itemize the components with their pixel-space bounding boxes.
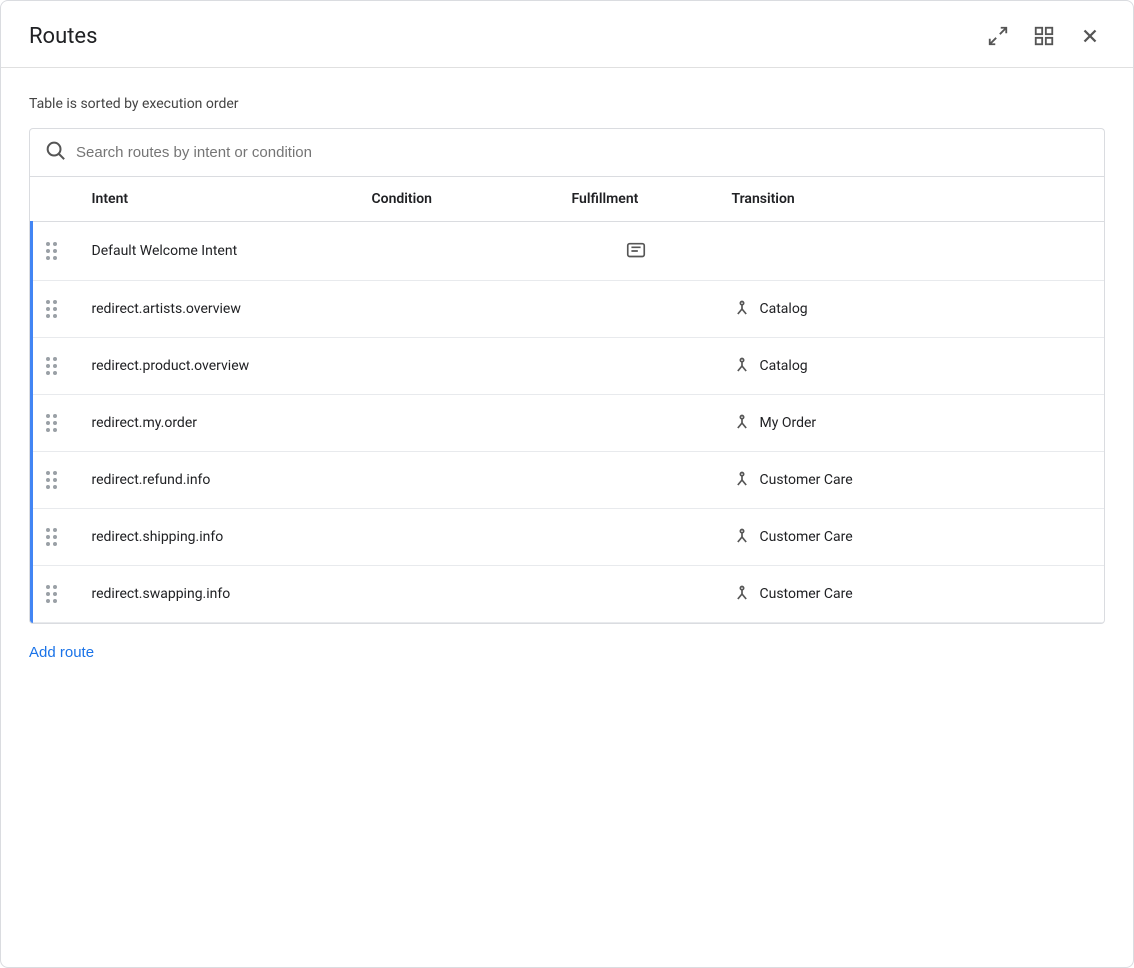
fulfillment-cell: [556, 509, 716, 566]
transition-cell: [716, 222, 1105, 281]
condition-cell: [356, 395, 556, 452]
drag-handle[interactable]: [43, 528, 60, 546]
table-row[interactable]: redirect.artists.overview Catalog: [32, 281, 1105, 338]
drag-cell: [32, 338, 76, 395]
message-icon: [572, 240, 700, 262]
page-transition-icon: [732, 470, 752, 490]
intent-cell: Default Welcome Intent: [76, 222, 356, 281]
fulfillment-cell: [556, 281, 716, 338]
table-row[interactable]: Default Welcome Intent: [32, 222, 1105, 281]
drag-cell: [32, 395, 76, 452]
drag-handle[interactable]: [43, 300, 60, 318]
transition-label: Customer Care: [760, 586, 853, 602]
drag-handle[interactable]: [43, 585, 60, 603]
condition-cell: [356, 509, 556, 566]
search-bar: [29, 128, 1105, 176]
add-route-button[interactable]: Add route: [29, 624, 1105, 685]
drag-cell: [32, 452, 76, 509]
search-icon: [44, 139, 66, 166]
col-drag: [32, 177, 76, 222]
fulfillment-cell: [556, 222, 716, 281]
transition-cell: Catalog: [716, 338, 1105, 395]
dialog-header: Routes: [1, 1, 1133, 68]
dialog-body: Table is sorted by execution order Inten…: [1, 68, 1133, 967]
routes-dialog: Routes: [0, 0, 1134, 968]
drag-handle[interactable]: [43, 357, 60, 375]
condition-cell: [356, 566, 556, 623]
drag-cell: [32, 509, 76, 566]
routes-table: Intent Condition Fulfillment Transition …: [30, 177, 1104, 623]
table-header-row: Intent Condition Fulfillment Transition: [32, 177, 1105, 222]
drag-cell: [32, 281, 76, 338]
page-transition-icon: [732, 584, 752, 604]
sort-label: Table is sorted by execution order: [29, 96, 1105, 112]
table-row[interactable]: redirect.product.overview Catalog: [32, 338, 1105, 395]
intent-cell: redirect.my.order: [76, 395, 356, 452]
fulfillment-cell: [556, 395, 716, 452]
close-button[interactable]: [1075, 21, 1105, 51]
transition-cell: Customer Care: [716, 509, 1105, 566]
drag-handle[interactable]: [43, 471, 60, 489]
col-fulfillment-header: Fulfillment: [556, 177, 716, 222]
fulfillment-cell: [556, 452, 716, 509]
intent-cell: redirect.refund.info: [76, 452, 356, 509]
fulfillment-cell: [556, 338, 716, 395]
table-row[interactable]: redirect.refund.info Customer Care: [32, 452, 1105, 509]
transition-label: My Order: [760, 415, 817, 431]
condition-cell: [356, 281, 556, 338]
transition-label: Catalog: [760, 358, 808, 374]
intent-cell: redirect.shipping.info: [76, 509, 356, 566]
col-condition-header: Condition: [356, 177, 556, 222]
table-row[interactable]: redirect.shipping.info Customer Care: [32, 509, 1105, 566]
table-row[interactable]: redirect.swapping.info Customer Care: [32, 566, 1105, 623]
drag-handle[interactable]: [43, 242, 60, 260]
intent-cell: redirect.artists.overview: [76, 281, 356, 338]
page-transition-icon: [732, 299, 752, 319]
intent-cell: redirect.product.overview: [76, 338, 356, 395]
transition-label: Catalog: [760, 301, 808, 317]
dialog-title: Routes: [29, 24, 97, 49]
col-intent-header: Intent: [76, 177, 356, 222]
transition-label: Customer Care: [760, 472, 853, 488]
transition-cell: Catalog: [716, 281, 1105, 338]
page-transition-icon: [732, 413, 752, 433]
condition-cell: [356, 338, 556, 395]
grid-button[interactable]: [1029, 21, 1059, 51]
routes-table-container: Intent Condition Fulfillment Transition …: [29, 176, 1105, 624]
drag-cell: [32, 222, 76, 281]
transition-label: Customer Care: [760, 529, 853, 545]
transition-cell: Customer Care: [716, 566, 1105, 623]
drag-cell: [32, 566, 76, 623]
fulfillment-cell: [556, 566, 716, 623]
header-actions: [983, 21, 1105, 51]
page-transition-icon: [732, 356, 752, 376]
table-row[interactable]: redirect.my.order My Order: [32, 395, 1105, 452]
transition-cell: Customer Care: [716, 452, 1105, 509]
search-input[interactable]: [76, 144, 1090, 161]
drag-handle[interactable]: [43, 414, 60, 432]
expand-button[interactable]: [983, 21, 1013, 51]
page-transition-icon: [732, 527, 752, 547]
condition-cell: [356, 452, 556, 509]
transition-cell: My Order: [716, 395, 1105, 452]
intent-cell: redirect.swapping.info: [76, 566, 356, 623]
condition-cell: [356, 222, 556, 281]
col-transition-header: Transition: [716, 177, 1105, 222]
